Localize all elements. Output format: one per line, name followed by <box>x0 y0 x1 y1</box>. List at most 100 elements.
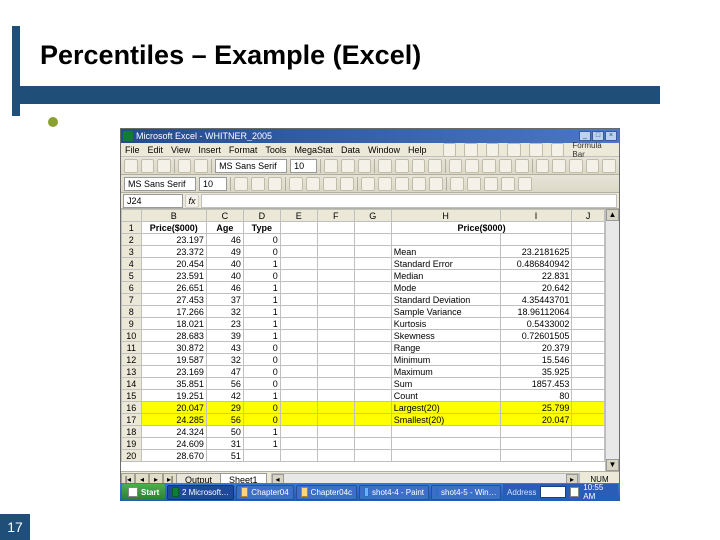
cell[interactable] <box>280 414 317 426</box>
cell[interactable] <box>354 342 391 354</box>
preview-icon[interactable] <box>194 159 208 173</box>
cell[interactable] <box>391 234 500 246</box>
borders-icon[interactable] <box>569 159 583 173</box>
cell[interactable]: Type <box>243 222 280 234</box>
cell[interactable] <box>354 402 391 414</box>
cell[interactable] <box>354 390 391 402</box>
cell[interactable]: 51 <box>206 450 243 462</box>
cell[interactable]: 1 <box>243 282 280 294</box>
select-all-cell[interactable] <box>122 210 142 222</box>
spreadsheet-grid[interactable]: B C D E F G H I J 1 Price($000) Age <box>121 209 605 462</box>
cell[interactable] <box>572 342 605 354</box>
cell[interactable]: Age <box>206 222 243 234</box>
indent-out2-icon[interactable] <box>467 177 481 191</box>
cell[interactable]: 0 <box>243 414 280 426</box>
cell[interactable] <box>280 234 317 246</box>
cell[interactable]: 1 <box>243 306 280 318</box>
cell[interactable]: 39 <box>206 330 243 342</box>
italic2-icon[interactable] <box>251 177 265 191</box>
zoom-icon[interactable] <box>551 143 565 157</box>
cell[interactable] <box>572 270 605 282</box>
taskbar-item[interactable]: Chapter04 <box>236 485 294 500</box>
align-right-icon[interactable] <box>412 159 426 173</box>
cell[interactable]: 1 <box>243 318 280 330</box>
cell[interactable] <box>280 258 317 270</box>
cell[interactable] <box>354 246 391 258</box>
cell[interactable]: 56 <box>206 414 243 426</box>
cell[interactable] <box>500 426 572 438</box>
cell[interactable]: 1 <box>243 294 280 306</box>
cell[interactable]: 20.642 <box>500 282 572 294</box>
cell[interactable]: Price($000) <box>141 222 206 234</box>
cell[interactable] <box>317 414 354 426</box>
cell[interactable] <box>317 294 354 306</box>
cell[interactable] <box>280 246 317 258</box>
taskbar-item[interactable]: shot4-4 - Paint <box>359 485 429 500</box>
cell[interactable] <box>391 426 500 438</box>
cell[interactable]: 0 <box>243 342 280 354</box>
cell[interactable] <box>317 246 354 258</box>
cell[interactable] <box>572 354 605 366</box>
row-header[interactable]: 7 <box>122 294 142 306</box>
cell[interactable]: Sum <box>391 378 500 390</box>
font-name-box-1[interactable]: MS Sans Serif <box>215 159 287 173</box>
cell[interactable] <box>280 282 317 294</box>
row-header[interactable]: 6 <box>122 282 142 294</box>
cell[interactable]: Maximum <box>391 366 500 378</box>
col-header[interactable]: B <box>141 210 206 222</box>
cell[interactable] <box>280 378 317 390</box>
cell[interactable]: 0.72601505 <box>500 330 572 342</box>
menu-file[interactable]: File <box>125 145 140 155</box>
col-header[interactable]: I <box>500 210 572 222</box>
drawing-icon[interactable] <box>529 143 543 157</box>
cell[interactable]: 25.799 <box>500 402 572 414</box>
cell[interactable] <box>280 306 317 318</box>
cell[interactable]: 20.047 <box>141 402 206 414</box>
cell[interactable]: Kurtosis <box>391 318 500 330</box>
cell[interactable]: Price($000) <box>391 222 572 234</box>
cell[interactable]: 40 <box>206 270 243 282</box>
cell[interactable] <box>317 378 354 390</box>
row-header[interactable]: 8 <box>122 306 142 318</box>
cell[interactable] <box>572 318 605 330</box>
cell[interactable]: 0 <box>243 354 280 366</box>
row-header[interactable]: 14 <box>122 378 142 390</box>
autosum-icon[interactable] <box>443 143 457 157</box>
dec-dec2-icon[interactable] <box>429 177 443 191</box>
new-icon[interactable] <box>124 159 138 173</box>
row-header[interactable]: 10 <box>122 330 142 342</box>
inc-decimal-icon[interactable] <box>499 159 513 173</box>
cell[interactable]: 24.609 <box>141 438 206 450</box>
fontcolor2-icon[interactable] <box>518 177 532 191</box>
currency2-icon[interactable] <box>361 177 375 191</box>
font-size-box-2[interactable]: 10 <box>199 177 227 191</box>
cell[interactable] <box>243 450 280 462</box>
taskbar-item[interactable]: shot4-5 - Win… <box>431 485 501 500</box>
taskbar-item[interactable]: 2 Microsoft… <box>167 485 234 500</box>
cell[interactable]: 0 <box>243 378 280 390</box>
menu-format[interactable]: Format <box>229 145 258 155</box>
cell[interactable]: 35.925 <box>500 366 572 378</box>
cell[interactable]: 1 <box>243 390 280 402</box>
cell[interactable]: 28.670 <box>141 450 206 462</box>
cell[interactable] <box>317 390 354 402</box>
sort-asc-icon[interactable] <box>464 143 478 157</box>
cell[interactable]: 0 <box>243 402 280 414</box>
cell[interactable] <box>572 330 605 342</box>
align-right2-icon[interactable] <box>323 177 337 191</box>
cell[interactable] <box>354 438 391 450</box>
cell[interactable]: 26.651 <box>141 282 206 294</box>
cell[interactable]: 35.851 <box>141 378 206 390</box>
font-color-icon[interactable] <box>602 159 616 173</box>
cell[interactable] <box>317 330 354 342</box>
cell[interactable]: Largest(20) <box>391 402 500 414</box>
cell[interactable] <box>317 306 354 318</box>
cell[interactable] <box>317 402 354 414</box>
row-header[interactable]: 13 <box>122 366 142 378</box>
cell[interactable] <box>317 342 354 354</box>
cell[interactable] <box>280 342 317 354</box>
menu-window[interactable]: Window <box>368 145 400 155</box>
cell[interactable]: 50 <box>206 426 243 438</box>
cell[interactable]: 29 <box>206 402 243 414</box>
chart-icon[interactable] <box>507 143 521 157</box>
